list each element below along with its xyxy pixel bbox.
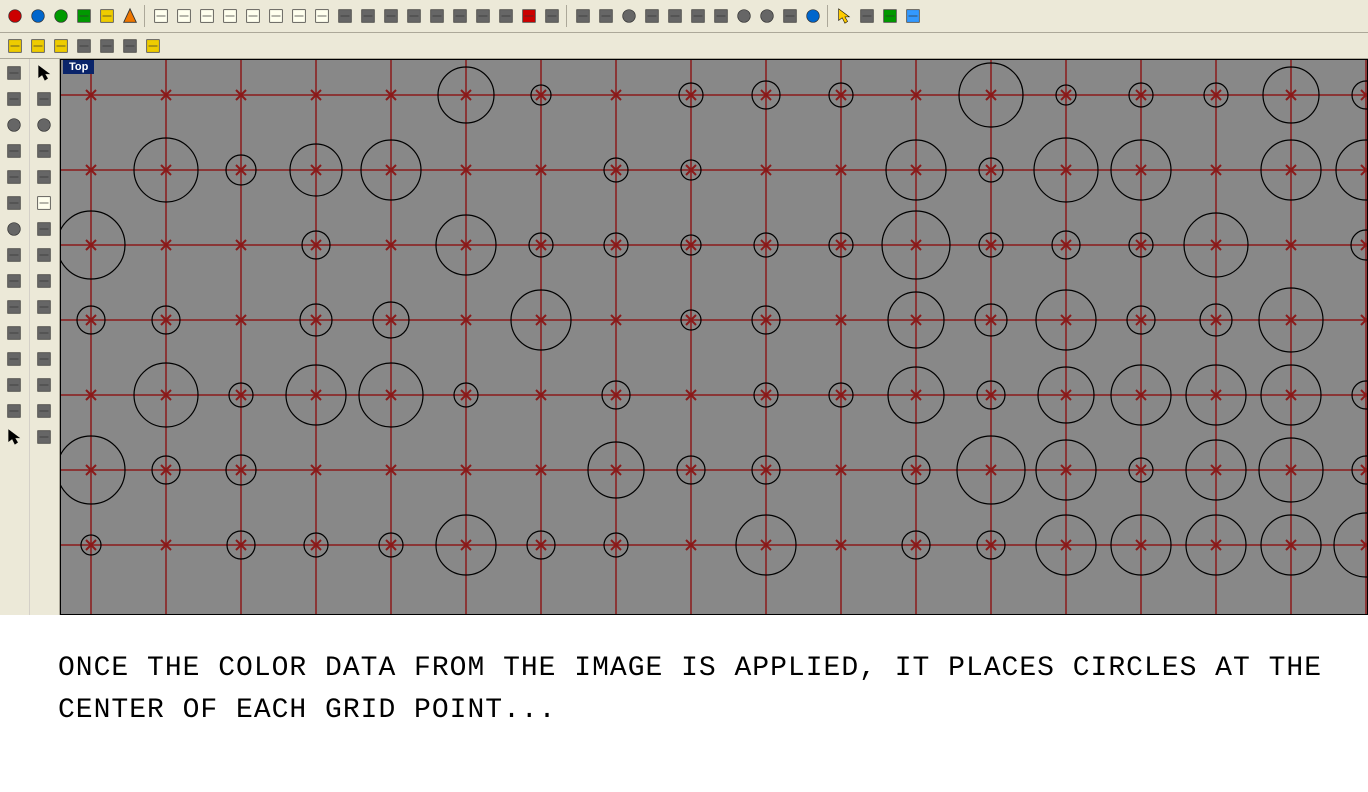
zoom-dynamic-icon[interactable] — [472, 5, 494, 27]
dots-icon[interactable] — [2, 321, 26, 345]
surface-icon[interactable] — [2, 243, 26, 267]
gear2-icon[interactable] — [32, 269, 56, 293]
move-icon[interactable] — [32, 165, 56, 189]
target-icon[interactable] — [618, 5, 640, 27]
arc-icon[interactable] — [2, 347, 26, 371]
cone-orange-icon[interactable] — [119, 5, 141, 27]
arrows-icon[interactable] — [2, 425, 26, 449]
open-icon[interactable] — [173, 5, 195, 27]
toolbar-main — [0, 0, 1368, 33]
curve2-icon[interactable] — [32, 347, 56, 371]
snowflake-icon[interactable] — [96, 35, 118, 57]
cursor-yellow-icon[interactable] — [833, 5, 855, 27]
circle2-icon[interactable] — [32, 113, 56, 137]
cube-icon[interactable] — [73, 35, 95, 57]
f-yellow-icon[interactable] — [50, 35, 72, 57]
redo-icon[interactable] — [518, 5, 540, 27]
text-icon[interactable] — [32, 373, 56, 397]
arrow-icon[interactable] — [32, 61, 56, 85]
lock-icon[interactable] — [687, 5, 709, 27]
frame-yellow-icon[interactable] — [96, 5, 118, 27]
side-toolbars — [0, 59, 60, 615]
grid-snap-icon[interactable] — [779, 5, 801, 27]
caption-text: ONCE THE COLOR DATA FROM THE IMAGE IS AP… — [58, 648, 1348, 732]
globe-icon[interactable] — [756, 5, 778, 27]
gear-green-icon[interactable] — [879, 5, 901, 27]
calc-icon[interactable] — [595, 5, 617, 27]
toolbar-secondary — [0, 33, 1368, 59]
sphere-blue2-icon[interactable] — [802, 5, 824, 27]
print-icon[interactable] — [219, 5, 241, 27]
sphere-blue-icon[interactable] — [27, 5, 49, 27]
cplane-icon[interactable] — [2, 295, 26, 319]
color-wheel-icon[interactable] — [733, 5, 755, 27]
zoom-window-icon[interactable] — [403, 5, 425, 27]
scale-icon[interactable] — [32, 295, 56, 319]
paste-icon[interactable] — [311, 5, 333, 27]
box-icon[interactable] — [2, 165, 26, 189]
frame2-icon[interactable] — [32, 139, 56, 163]
sphere-green-icon[interactable] — [50, 5, 72, 27]
cut-icon[interactable] — [265, 5, 287, 27]
viewport-canvas — [61, 60, 1367, 614]
gears-icon[interactable] — [856, 5, 878, 27]
curve-icon[interactable] — [2, 87, 26, 111]
circle-icon[interactable] — [2, 113, 26, 137]
check-yellow-icon[interactable] — [142, 35, 164, 57]
zoom-extents-icon[interactable] — [426, 5, 448, 27]
o-yellow-icon[interactable] — [27, 35, 49, 57]
solid-icon[interactable] — [2, 191, 26, 215]
copy-icon[interactable] — [288, 5, 310, 27]
layers-icon[interactable] — [641, 5, 663, 27]
help-icon[interactable] — [902, 5, 924, 27]
box-green-icon[interactable] — [73, 5, 95, 27]
m-yellow-icon[interactable] — [4, 35, 26, 57]
zoom-selected-icon[interactable] — [449, 5, 471, 27]
dims-icon[interactable] — [2, 399, 26, 423]
zoom-icon[interactable] — [380, 5, 402, 27]
zoom-prev-icon[interactable] — [495, 5, 517, 27]
viewport-top[interactable]: Top — [60, 59, 1368, 615]
viewport-label[interactable]: Top — [63, 60, 94, 74]
diamond-icon[interactable] — [119, 35, 141, 57]
separator — [144, 5, 147, 27]
view-grid-icon[interactable] — [541, 5, 563, 27]
arc2-icon[interactable] — [32, 87, 56, 111]
mirror-icon[interactable] — [32, 321, 56, 345]
undo-icon[interactable] — [334, 5, 356, 27]
polyline-icon[interactable] — [2, 373, 26, 397]
group-icon[interactable] — [32, 399, 56, 423]
rect-icon[interactable] — [2, 139, 26, 163]
ellipsoid-icon[interactable] — [2, 217, 26, 241]
car-icon[interactable] — [572, 5, 594, 27]
point-icon[interactable] — [2, 61, 26, 85]
new-icon[interactable] — [150, 5, 172, 27]
explode-icon[interactable] — [2, 269, 26, 293]
lightbulb-icon[interactable] — [664, 5, 686, 27]
cylinder-icon[interactable] — [32, 243, 56, 267]
sphere-red-icon[interactable] — [4, 5, 26, 27]
pan-icon[interactable] — [357, 5, 379, 27]
rotate-icon[interactable] — [32, 217, 56, 241]
doc-props-icon[interactable] — [242, 5, 264, 27]
copy2-icon[interactable] — [32, 191, 56, 215]
separator — [566, 5, 569, 27]
save-icon[interactable] — [196, 5, 218, 27]
separator — [827, 5, 830, 27]
block-icon[interactable] — [32, 425, 56, 449]
shield-icon[interactable] — [710, 5, 732, 27]
